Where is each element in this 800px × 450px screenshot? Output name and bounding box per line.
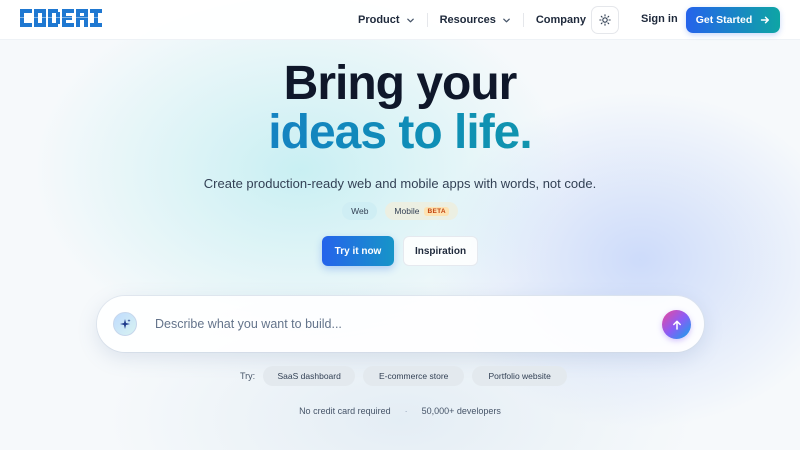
sparkle-icon (120, 319, 131, 329)
beta-badge: BETA (424, 206, 449, 216)
nav-product[interactable]: Product (346, 10, 427, 30)
nav-product-label: Product (358, 14, 400, 26)
inspiration-button[interactable]: Inspiration (403, 236, 478, 266)
prompt-bar (97, 296, 704, 352)
arrow-right-icon (761, 16, 770, 24)
separator-dot: · (404, 406, 408, 416)
magic-assist-button[interactable] (113, 312, 137, 336)
nav-resources-label: Resources (439, 14, 496, 26)
sun-icon (599, 14, 611, 26)
developer-count-note: 50,000+ developers (421, 406, 501, 416)
suggestion-chip-ecommerce-store[interactable]: E-commerce store (363, 366, 465, 386)
arrow-up-icon (672, 320, 681, 330)
suggestion-label: Try: (240, 371, 256, 381)
platform-pill-label: Web (351, 206, 369, 216)
trust-notes: No credit card required · 50,000+ develo… (0, 406, 800, 416)
hero-title-line-2: ideas to life. (0, 106, 800, 160)
get-started-label: Get Started (695, 14, 753, 26)
no-credit-card-note: No credit card required (299, 406, 391, 416)
platform-pills: Web Mobile BETA (0, 202, 800, 220)
get-started-button[interactable]: Get Started (686, 7, 780, 33)
platform-pill-mobile[interactable]: Mobile BETA (385, 202, 458, 220)
platform-pill-label: Mobile (394, 206, 420, 216)
theme-toggle-button[interactable] (591, 6, 619, 34)
main-nav: Product Resources Company (346, 0, 613, 40)
sign-in-link[interactable]: Sign in (641, 13, 678, 25)
cta-row: Try it now Inspiration (0, 236, 800, 266)
suggestion-chip-saas-dashboard[interactable]: SaaS dashboard (263, 366, 356, 386)
suggestion-chip-portfolio-website[interactable]: Portfolio website (472, 366, 568, 386)
hero-subtitle: Create production-ready web and mobile a… (203, 176, 597, 191)
brand-logo[interactable] (20, 9, 104, 27)
platform-pill-web[interactable]: Web (342, 202, 378, 220)
try-it-now-button[interactable]: Try it now (322, 236, 394, 266)
nav-company-label: Company (535, 14, 586, 26)
chevron-down-icon (502, 18, 510, 22)
chevron-down-icon (406, 18, 414, 22)
hero-title-line-1: Bring your (283, 57, 518, 110)
site-header: Product Resources Company Sign in Get St… (0, 0, 800, 40)
send-button[interactable] (662, 310, 691, 339)
suggestion-row: Try: SaaS dashboard E-commerce store Por… (240, 366, 568, 386)
prompt-input[interactable] (155, 313, 655, 335)
nav-resources[interactable]: Resources (428, 10, 523, 30)
